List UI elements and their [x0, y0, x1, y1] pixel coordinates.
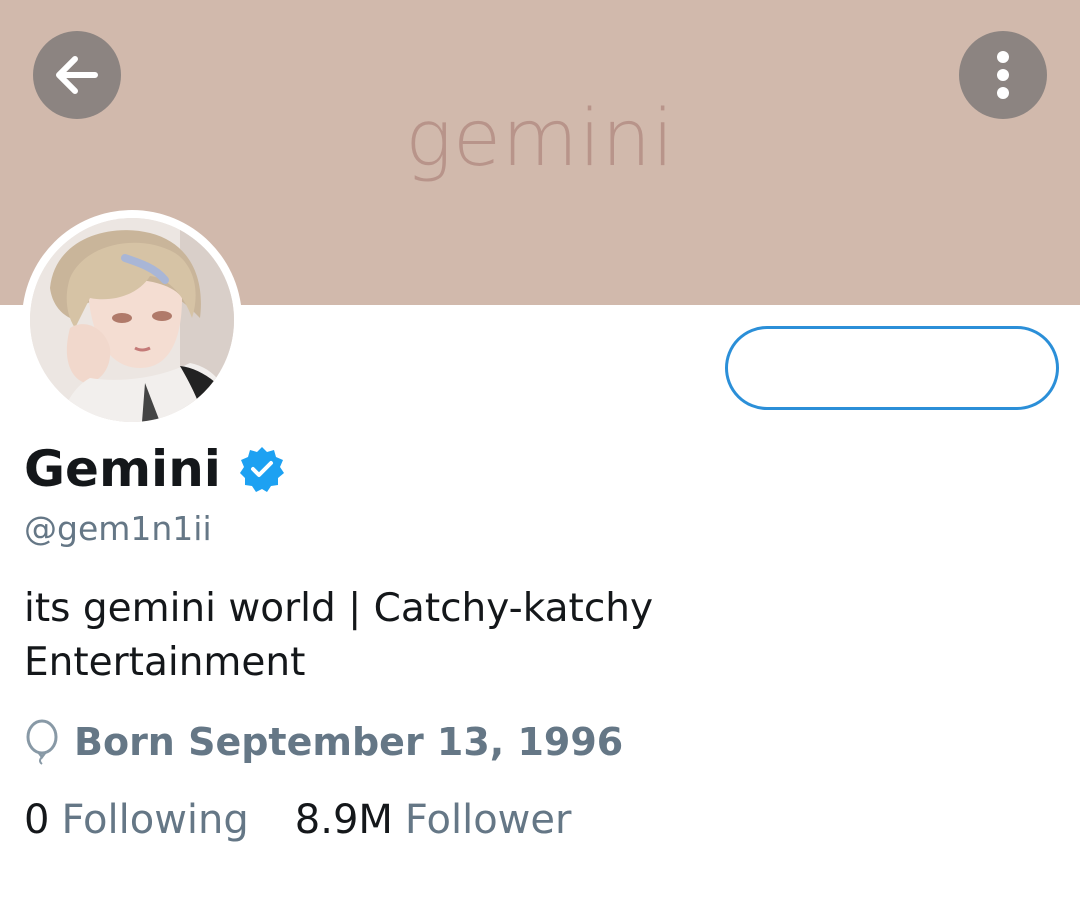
name-row: Gemini: [24, 436, 287, 502]
display-name: Gemini: [24, 440, 221, 498]
more-vertical-icon: [997, 51, 1009, 99]
arrow-left-icon: [56, 56, 98, 94]
profile-avatar-image: [30, 218, 234, 422]
follow-stats: 0 Following 8.9M Follower: [24, 795, 571, 845]
birth-date: Born September 13, 1996: [74, 720, 624, 764]
following-label[interactable]: Following: [61, 800, 248, 840]
followers-label[interactable]: Follower: [405, 800, 572, 840]
back-button[interactable]: [33, 31, 121, 119]
followers-count[interactable]: 8.9M: [295, 800, 393, 840]
avatar[interactable]: [22, 210, 242, 430]
banner-text: gemini: [405, 94, 675, 184]
verified-badge-icon: [239, 447, 284, 492]
birthday-row: Born September 13, 1996: [22, 717, 623, 767]
balloon-icon: [26, 719, 58, 765]
bio-line-1: its gemini world | Catchy-katchy: [24, 586, 654, 631]
following-count[interactable]: 0: [24, 800, 49, 840]
user-handle: @gem1n1ii: [24, 509, 212, 548]
bio-line-2: Entertainment: [24, 640, 306, 685]
bio: its gemini world | Catchy-katchy Enterta…: [24, 582, 1024, 690]
more-options-button[interactable]: [959, 31, 1047, 119]
follow-button[interactable]: [725, 326, 1059, 410]
